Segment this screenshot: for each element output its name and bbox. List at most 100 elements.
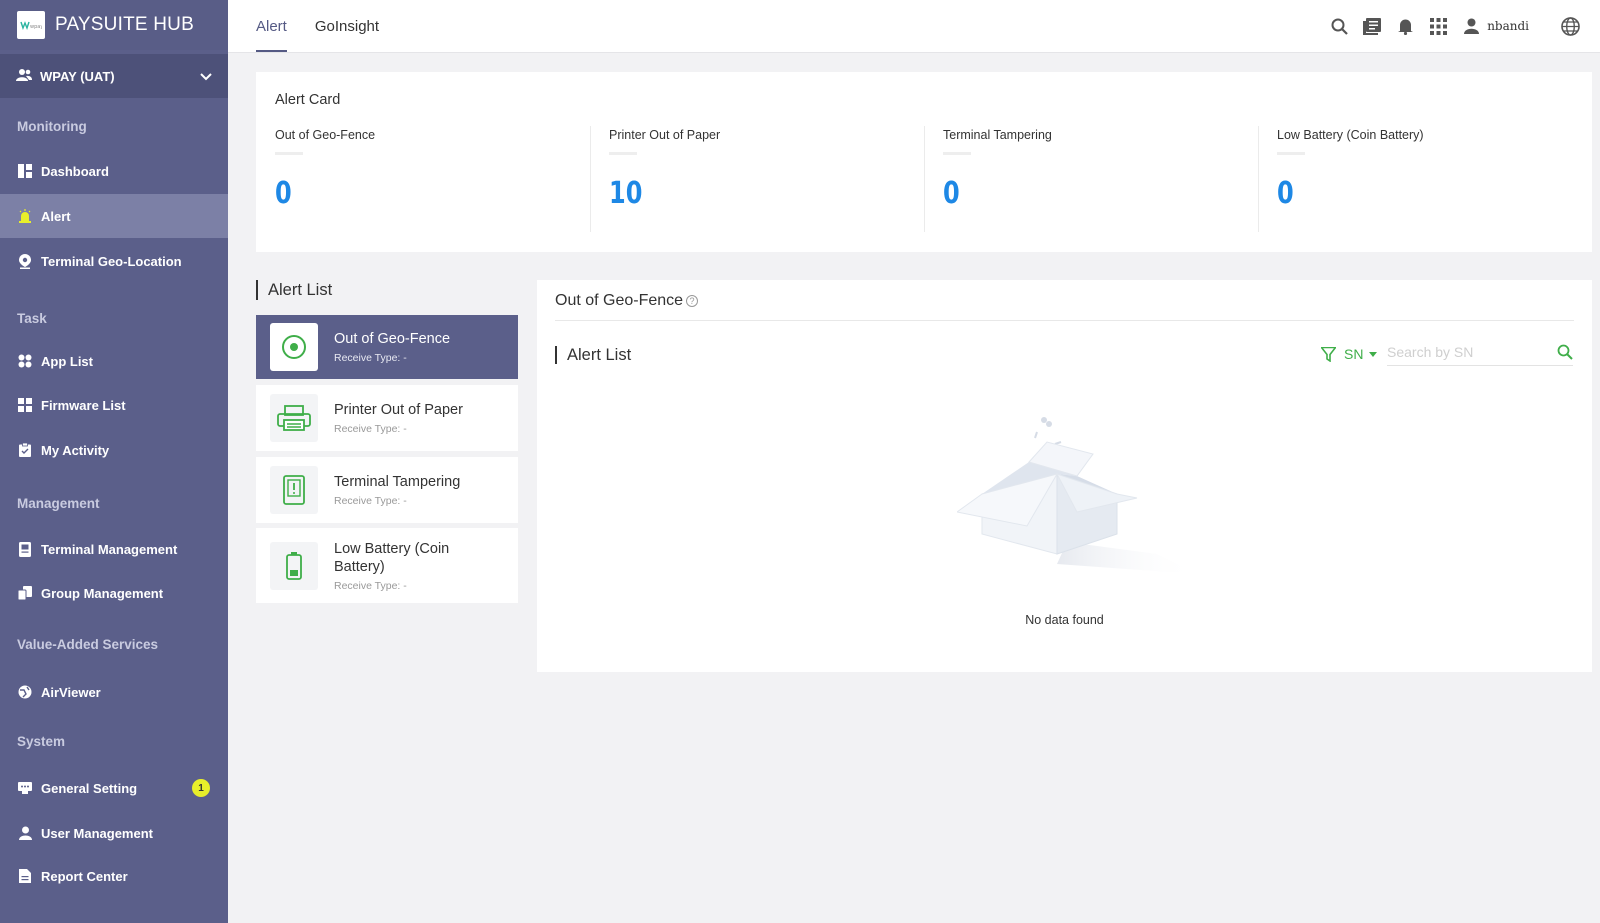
user-icon (17, 825, 33, 841)
alert-list-heading: Alert List (256, 280, 332, 300)
documents-icon[interactable] (1362, 16, 1382, 36)
stat-divider-bar (943, 152, 971, 155)
sidebar-item-label: Dashboard (41, 163, 109, 179)
filter-icon (1321, 346, 1336, 362)
sidebar: wpay PAYSUITE HUB WPAY (UAT) Monitoring … (0, 0, 228, 923)
tab-alert[interactable]: Alert (256, 0, 287, 52)
sidebar-item-label: Report Center (41, 868, 128, 884)
stat-value: 0 (943, 176, 960, 211)
topbar-actions: nbandi (1316, 0, 1600, 52)
sidebar-item-airviewer[interactable]: AirViewer (0, 670, 228, 714)
sidebar-item-my-activity[interactable]: My Activity (0, 428, 228, 472)
search-icon[interactable] (1329, 16, 1349, 36)
stat-value: 0 (1277, 176, 1294, 211)
report-icon (17, 868, 33, 884)
brand-logo: wpay (17, 11, 45, 39)
sidebar-item-label: Firmware List (41, 397, 126, 413)
alert-type-out-of-geo-fence[interactable]: Out of Geo-Fence Receive Type: - (256, 315, 518, 379)
sidebar-item-app-list[interactable]: App List (0, 339, 228, 383)
tamper-icon (270, 466, 318, 514)
airviewer-icon (17, 684, 33, 700)
apps-grid-icon[interactable] (1428, 16, 1448, 36)
nav-section-task: Task (17, 311, 47, 326)
search-icon[interactable] (1557, 344, 1573, 360)
receive-type: Receive Type: - (334, 579, 407, 592)
tab-goinsight[interactable]: GoInsight (315, 0, 379, 52)
dashboard-icon (17, 163, 33, 179)
geofence-icon (270, 323, 318, 371)
bell-icon[interactable] (1395, 16, 1415, 36)
alert-type-printer-out-of-paper[interactable]: Printer Out of Paper Receive Type: - (256, 385, 518, 451)
sn-filter-dropdown[interactable]: SN (1321, 346, 1378, 362)
stat-out-of-geo-fence[interactable]: Out of Geo-Fence 0 (256, 126, 590, 234)
sidebar-item-label: User Management (41, 825, 153, 841)
stat-divider-bar (1277, 152, 1305, 155)
terminal-icon (17, 541, 33, 557)
alert-type-title: Terminal Tampering (334, 474, 461, 490)
printer-icon (270, 394, 318, 442)
environment-label: WPAY (UAT) (40, 68, 115, 84)
receive-type: Receive Type: - (334, 495, 407, 507)
user-name[interactable]: nbandi (1487, 19, 1529, 33)
location-pin-icon (17, 253, 33, 269)
brand-title: PAYSUITE HUB (55, 14, 194, 35)
brand[interactable]: wpay PAYSUITE HUB (0, 0, 228, 50)
apps-icon (17, 353, 33, 369)
sidebar-item-label: App List (41, 353, 93, 369)
stat-label: Printer Out of Paper (609, 128, 721, 142)
alert-type-terminal-tampering[interactable]: Terminal Tampering Receive Type: - (256, 457, 518, 523)
sidebar-item-label: Terminal Management (41, 541, 178, 557)
sidebar-item-general-setting[interactable]: General Setting 1 (0, 766, 228, 810)
sidebar-item-group-management[interactable]: Group Management (0, 571, 228, 615)
stat-low-battery[interactable]: Low Battery (Coin Battery) 0 (1258, 126, 1592, 234)
alert-card-title: Alert Card (275, 92, 341, 108)
stat-label: Terminal Tampering (943, 128, 1052, 142)
alert-type-title: Out of Geo-Fence (334, 331, 451, 347)
stat-value: 0 (275, 176, 292, 211)
stat-label: Out of Geo-Fence (275, 128, 376, 142)
sn-search-input[interactable] (1387, 343, 1547, 360)
sidebar-item-terminal-geo-location[interactable]: Terminal Geo-Location (0, 239, 228, 283)
sidebar-item-label: My Activity (41, 442, 110, 458)
sidebar-item-terminal-management[interactable]: Terminal Management (0, 527, 228, 571)
help-icon[interactable]: ? (686, 295, 699, 307)
sidebar-item-alert[interactable]: Alert (0, 194, 228, 238)
alert-detail-panel: Out of Geo-Fence ? Alert List SN Search … (537, 280, 1592, 672)
stat-label: Low Battery (Coin Battery) (1277, 128, 1424, 142)
battery-icon (270, 541, 318, 590)
alert-type-title: Printer Out of Paper (334, 402, 463, 418)
firmware-icon (17, 397, 33, 413)
sidebar-item-dashboard[interactable]: Dashboard (0, 149, 228, 193)
alert-card: Alert Card Out of Geo-Fence 0 Printer Ou… (256, 72, 1592, 252)
stat-value: 10 (609, 176, 643, 211)
sn-search-box (1387, 338, 1573, 366)
users-icon (16, 68, 32, 85)
sidebar-item-firmware-list[interactable]: Firmware List (0, 383, 228, 427)
alert-type-low-battery[interactable]: Low Battery (Coin Battery) Receive Type:… (256, 528, 518, 603)
receive-type: Receive Type: - (334, 423, 407, 435)
alert-type-title: Low Battery (Coin Battery) (334, 540, 450, 575)
sidebar-item-label: AirViewer (41, 684, 101, 700)
sidebar-item-label: Group Management (41, 585, 164, 601)
sidebar-item-report-center[interactable]: Report Center (0, 854, 228, 898)
stat-terminal-tampering[interactable]: Terminal Tampering 0 (924, 126, 1258, 234)
receive-type: Receive Type: - (334, 352, 407, 364)
topbar: Alert GoInsight nbandi (228, 0, 1600, 53)
stat-printer-out-of-paper[interactable]: Printer Out of Paper 10 (590, 126, 924, 234)
detail-alert-list-heading: Alert List (555, 346, 631, 364)
nav-section-value-added-services: Value-Added Services (17, 637, 159, 652)
environment-selector[interactable]: WPAY (UAT) (0, 54, 228, 98)
brand-logo-text: wpay (30, 24, 42, 30)
settings-icon (17, 780, 33, 796)
filter-label: SN (1344, 346, 1364, 362)
chevron-down-icon[interactable] (200, 69, 212, 84)
stat-divider-bar (275, 152, 303, 155)
sidebar-item-label: Terminal Geo-Location (41, 253, 182, 269)
detail-title-text: Out of Geo-Fence (555, 292, 684, 309)
nav-section-management: Management (17, 496, 100, 511)
group-icon (17, 585, 33, 601)
sidebar-item-user-management[interactable]: User Management (0, 811, 228, 855)
sidebar-item-label: Alert (41, 208, 71, 224)
globe-icon[interactable] (1560, 16, 1580, 36)
user-avatar-icon[interactable] (1461, 16, 1481, 36)
